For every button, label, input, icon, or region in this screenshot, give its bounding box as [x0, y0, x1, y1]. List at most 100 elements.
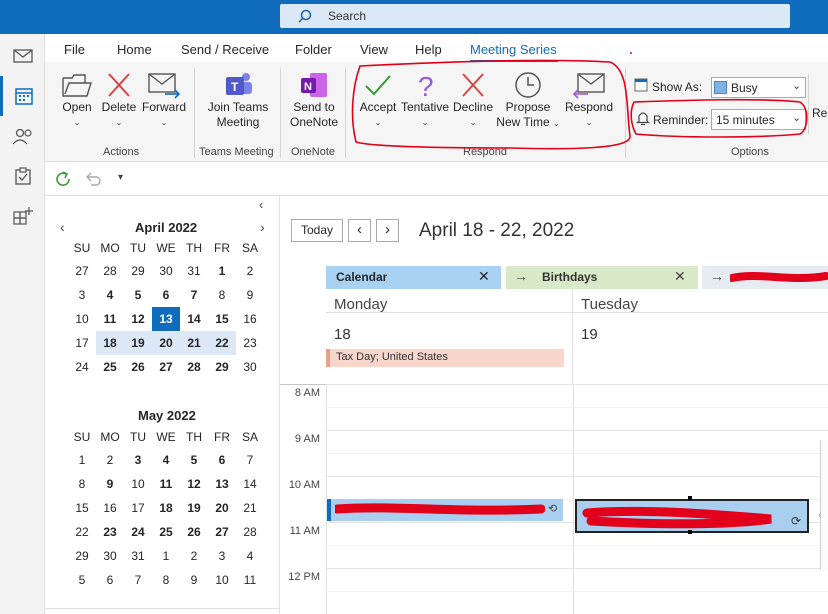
- tax-day-event[interactable]: Tax Day; United States: [326, 349, 564, 367]
- next-week-button[interactable]: ›: [376, 219, 399, 242]
- calendar-day[interactable]: 4: [152, 448, 180, 472]
- calendar-day[interactable]: 25: [152, 520, 180, 544]
- calendar-day[interactable]: 18: [152, 496, 180, 520]
- refresh-icon[interactable]: [54, 170, 72, 191]
- calendar-day[interactable]: 7: [180, 283, 208, 307]
- calendar-day[interactable]: 23: [236, 331, 264, 355]
- calendar-day[interactable]: 22: [68, 520, 96, 544]
- calendar-day[interactable]: 16: [236, 307, 264, 331]
- people-icon[interactable]: [0, 116, 45, 156]
- calendar-day[interactable]: 24: [68, 355, 96, 379]
- calendar-day[interactable]: 31: [180, 259, 208, 283]
- calendar-day[interactable]: 4: [96, 283, 124, 307]
- resize-handle-bottom[interactable]: [688, 530, 692, 534]
- calendar-day[interactable]: 5: [180, 448, 208, 472]
- calendar-day-today[interactable]: 13: [152, 307, 180, 331]
- tasks-icon[interactable]: [0, 156, 45, 196]
- calendar-day[interactable]: 9: [180, 568, 208, 592]
- calendar-day[interactable]: 30: [152, 259, 180, 283]
- resize-handle-top[interactable]: [688, 496, 692, 500]
- calendar-day[interactable]: 26: [180, 520, 208, 544]
- calendar-day[interactable]: 11: [96, 307, 124, 331]
- calendar-day[interactable]: 13: [208, 472, 236, 496]
- calendar-day[interactable]: 28: [236, 520, 264, 544]
- apps-icon[interactable]: [0, 196, 45, 236]
- calendar-day[interactable]: 26: [124, 355, 152, 379]
- calendar-day-selected[interactable]: 22: [208, 331, 236, 355]
- calendar-day[interactable]: 29: [124, 259, 152, 283]
- peek-pane-edge[interactable]: [820, 440, 828, 570]
- tab-home[interactable]: Home: [117, 42, 152, 57]
- close-icon[interactable]: ✕: [674, 268, 686, 285]
- calendar-day[interactable]: 6: [208, 448, 236, 472]
- delete-button[interactable]: Delete ⌄: [100, 70, 138, 130]
- forward-button[interactable]: Forward ⌄: [140, 70, 188, 130]
- calendar-day-selected[interactable]: 20: [152, 331, 180, 355]
- calendar-day[interactable]: 27: [152, 355, 180, 379]
- calendar-day[interactable]: 17: [68, 331, 96, 355]
- prev-month-icon[interactable]: ‹: [60, 219, 65, 235]
- calendar-day[interactable]: 8: [152, 568, 180, 592]
- calendar-day[interactable]: 14: [236, 472, 264, 496]
- calendar-day[interactable]: 2: [180, 544, 208, 568]
- calendar-day[interactable]: 6: [152, 283, 180, 307]
- calendar-day[interactable]: 2: [236, 259, 264, 283]
- calendar-day[interactable]: 5: [68, 568, 96, 592]
- calendar-day[interactable]: 4: [236, 544, 264, 568]
- calendar-day-selected[interactable]: 21: [180, 331, 208, 355]
- calendar-day[interactable]: 10: [124, 472, 152, 496]
- birthdays-tab[interactable]: → Birthdays ✕: [506, 266, 698, 289]
- overlay-calendar-tab[interactable]: →: [702, 266, 828, 289]
- calendar-tab[interactable]: Calendar ✕: [326, 266, 501, 289]
- calendar-day[interactable]: 14: [180, 307, 208, 331]
- calendar-day[interactable]: 3: [68, 283, 96, 307]
- calendar-day[interactable]: 9: [236, 283, 264, 307]
- calendar-day[interactable]: 3: [124, 448, 152, 472]
- calendar-day[interactable]: 24: [124, 520, 152, 544]
- calendar-icon[interactable]: [0, 76, 45, 116]
- calendar-day[interactable]: 19: [180, 496, 208, 520]
- calendar-day[interactable]: 10: [68, 307, 96, 331]
- calendar-day[interactable]: 30: [236, 355, 264, 379]
- calendar-day[interactable]: 27: [68, 259, 96, 283]
- search-box[interactable]: Search: [280, 4, 790, 28]
- calendar-day[interactable]: 1: [152, 544, 180, 568]
- calendar-day[interactable]: 29: [208, 355, 236, 379]
- calendar-day[interactable]: 11: [152, 472, 180, 496]
- undo-icon[interactable]: [84, 170, 102, 191]
- calendar-day[interactable]: 3: [208, 544, 236, 568]
- calendar-day[interactable]: 11: [236, 568, 264, 592]
- close-icon[interactable]: ✕: [478, 268, 490, 285]
- calendar-day[interactable]: 1: [208, 259, 236, 283]
- calendar-day[interactable]: 31: [124, 544, 152, 568]
- calendar-day[interactable]: 12: [124, 307, 152, 331]
- meeting-event-tuesday-selected[interactable]: ⟳: [575, 499, 809, 533]
- calendar-day[interactable]: 2: [96, 448, 124, 472]
- open-button[interactable]: Open ⌄: [58, 70, 96, 130]
- calendar-day-selected[interactable]: 19: [124, 331, 152, 355]
- calendar-day[interactable]: 15: [68, 496, 96, 520]
- calendar-day[interactable]: 25: [96, 355, 124, 379]
- calendar-day[interactable]: 21: [236, 496, 264, 520]
- join-teams-button[interactable]: T Join Teams Meeting: [204, 70, 272, 130]
- calendar-day[interactable]: 30: [96, 544, 124, 568]
- calendar-day[interactable]: 27: [208, 520, 236, 544]
- calendar-day[interactable]: 23: [96, 520, 124, 544]
- next-month-icon[interactable]: ›: [260, 219, 265, 235]
- calendar-day[interactable]: 16: [96, 496, 124, 520]
- mail-icon[interactable]: [0, 36, 45, 76]
- calendar-day[interactable]: 8: [68, 472, 96, 496]
- calendar-day[interactable]: 28: [180, 355, 208, 379]
- calendar-day[interactable]: 7: [124, 568, 152, 592]
- tab-send-receive[interactable]: Send / Receive: [181, 42, 269, 57]
- tab-file[interactable]: File: [64, 42, 85, 57]
- collapse-pane-icon[interactable]: ‹: [259, 197, 263, 212]
- calendar-day[interactable]: 8: [208, 283, 236, 307]
- meeting-event-monday[interactable]: ⟲: [327, 499, 563, 521]
- calendar-day[interactable]: 28: [96, 259, 124, 283]
- calendar-day[interactable]: 20: [208, 496, 236, 520]
- calendar-day[interactable]: 17: [124, 496, 152, 520]
- prev-week-button[interactable]: ‹: [348, 219, 371, 242]
- calendar-day[interactable]: 6: [96, 568, 124, 592]
- calendar-day[interactable]: 1: [68, 448, 96, 472]
